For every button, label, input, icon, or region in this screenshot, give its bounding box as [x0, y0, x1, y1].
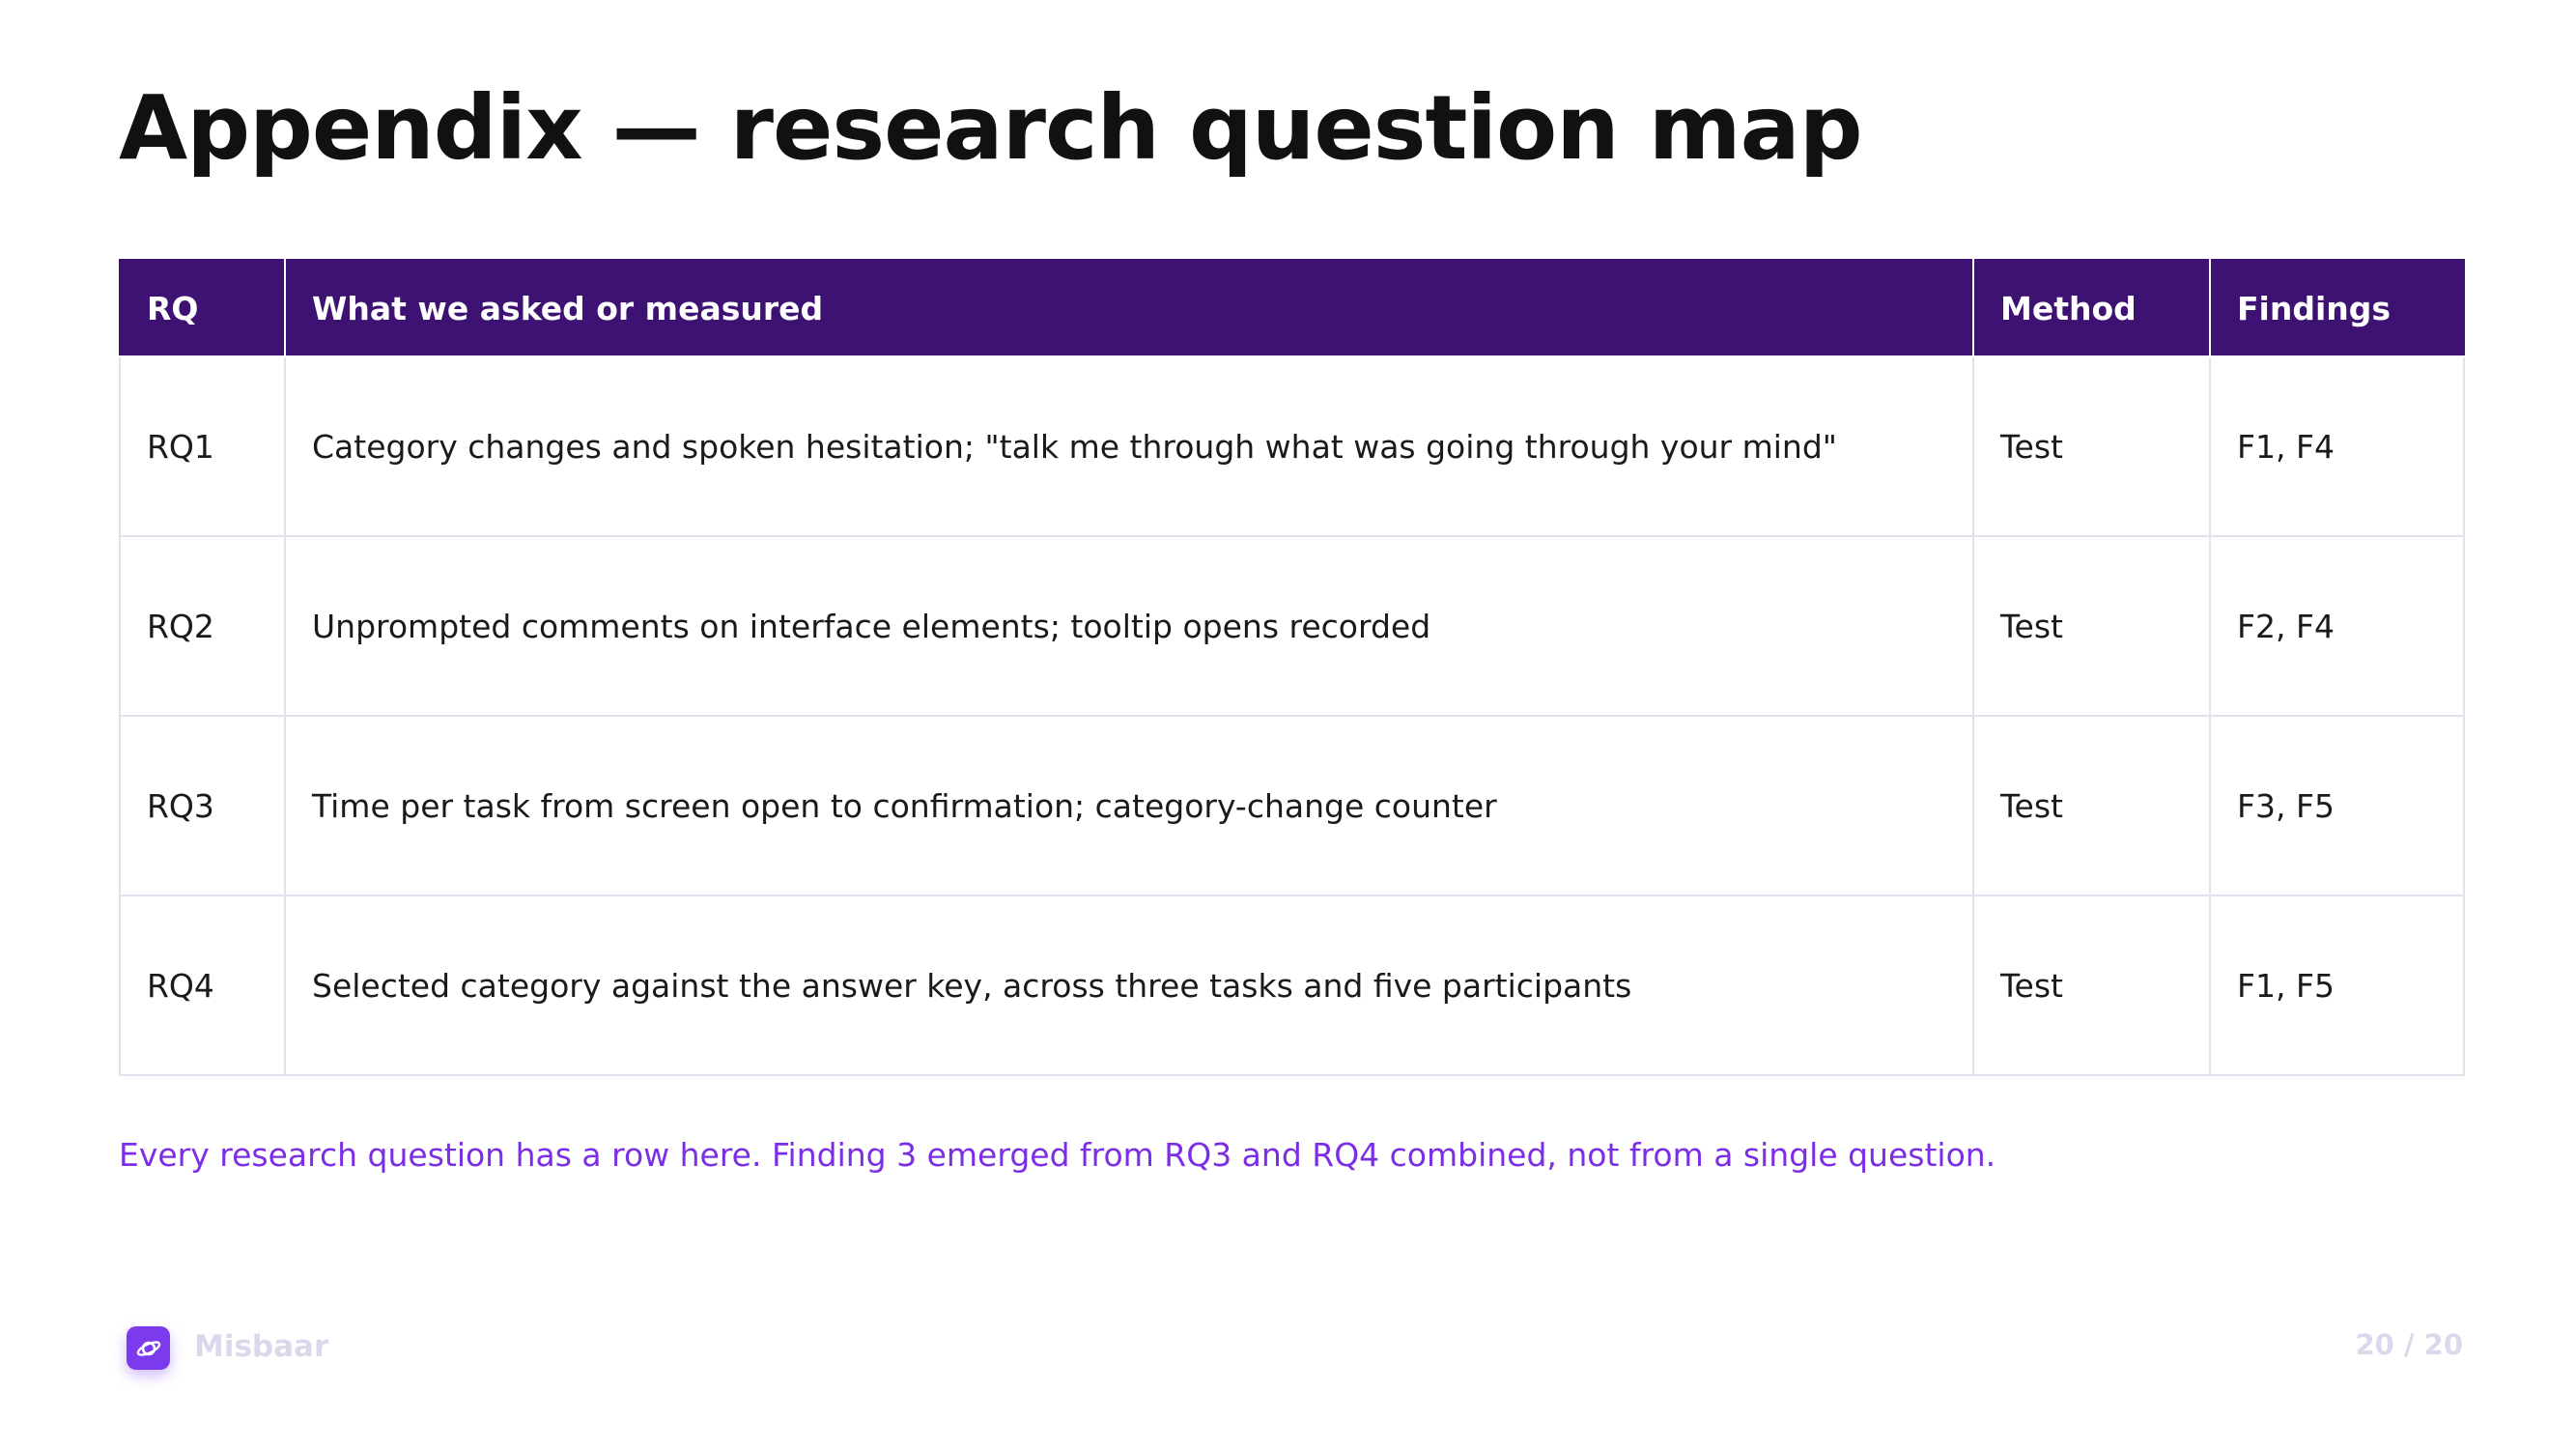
table-row: RQ1 Category changes and spoken hesitati…	[119, 355, 2465, 537]
cell-findings: F2, F4	[2209, 535, 2465, 717]
cell-findings: F1, F4	[2209, 355, 2465, 537]
header-what: What we asked or measured	[284, 259, 1974, 357]
cell-findings: F1, F5	[2209, 895, 2465, 1076]
cell-findings: F3, F5	[2209, 715, 2465, 896]
cell-what: Selected category against the answer key…	[284, 895, 1974, 1076]
table-row: RQ3 Time per task from screen open to co…	[119, 715, 2465, 896]
header-rq: RQ	[119, 259, 286, 357]
header-findings: Findings	[2209, 259, 2465, 357]
cell-what: Category changes and spoken hesitation; …	[284, 355, 1974, 537]
cell-rq: RQ3	[119, 715, 286, 896]
table-footnote: Every research question has a row here. …	[119, 1136, 1996, 1174]
cell-rq: RQ4	[119, 895, 286, 1076]
brand-name: Misbaar	[194, 1329, 329, 1364]
planet-icon	[136, 1340, 160, 1356]
cell-what: Unprompted comments on interface element…	[284, 535, 1974, 717]
cell-method: Test	[1972, 715, 2211, 896]
table-row: RQ2 Unprompted comments on interface ele…	[119, 535, 2465, 717]
cell-method: Test	[1972, 355, 2211, 537]
slide: Appendix — research question map RQ What…	[0, 0, 2576, 1449]
cell-what: Time per task from screen open to confir…	[284, 715, 1974, 896]
header-method: Method	[1972, 259, 2211, 357]
research-question-table: RQ What we asked or measured Method Find…	[119, 259, 2465, 1076]
cell-method: Test	[1972, 895, 2211, 1076]
cell-rq: RQ2	[119, 535, 286, 717]
table-header-row: RQ What we asked or measured Method Find…	[119, 259, 2465, 357]
slide-title: Appendix — research question map	[119, 76, 1863, 180]
brand-logo	[127, 1326, 170, 1370]
page-number: 20 / 20	[2355, 1328, 2464, 1361]
table-row: RQ4 Selected category against the answer…	[119, 895, 2465, 1076]
cell-rq: RQ1	[119, 355, 286, 537]
cell-method: Test	[1972, 535, 2211, 717]
